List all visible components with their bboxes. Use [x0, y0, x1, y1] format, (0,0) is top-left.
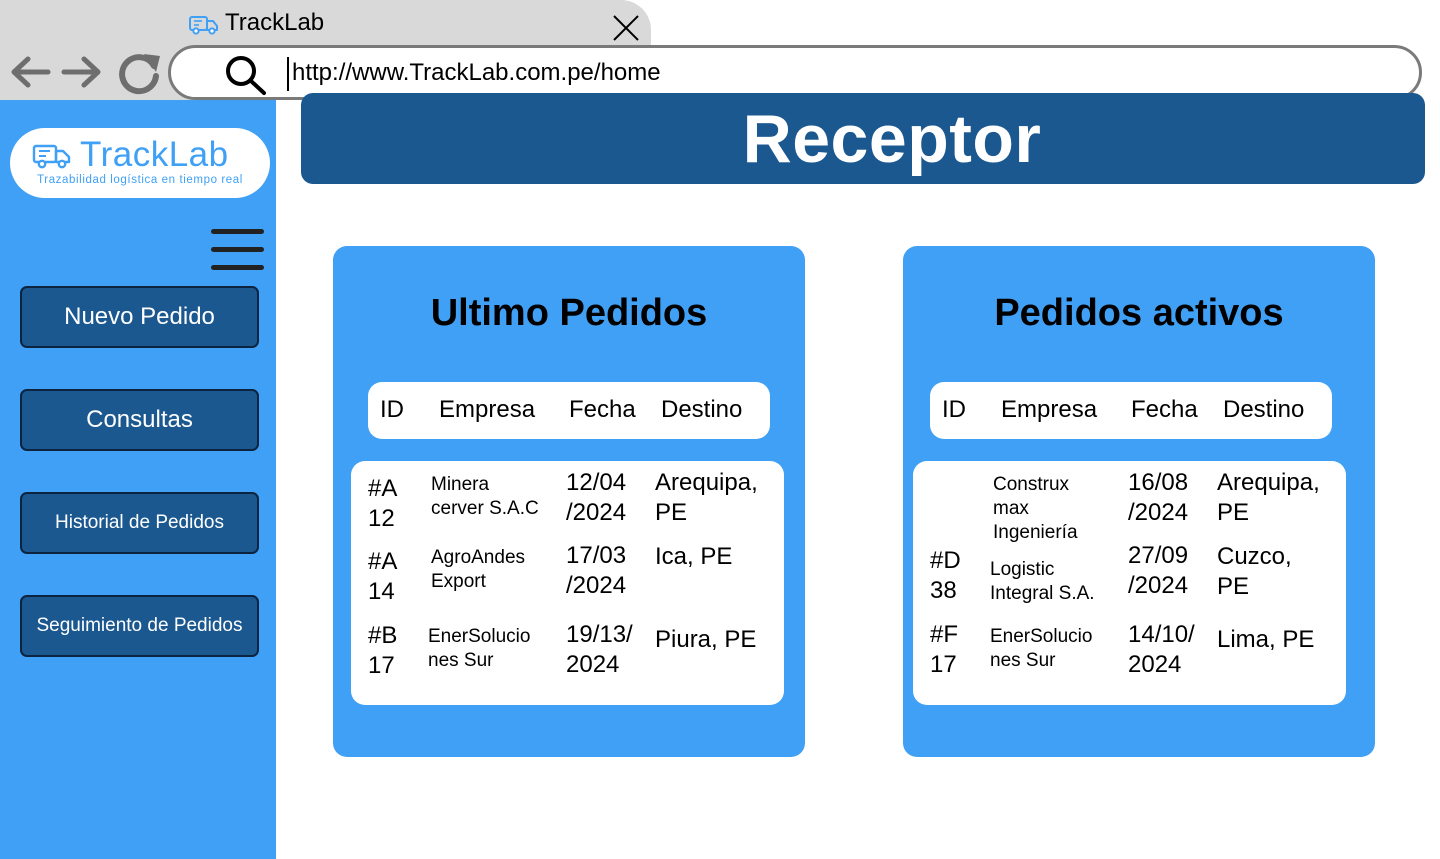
reload-icon[interactable] [116, 50, 162, 96]
cell-empresa: Construx max Ingeniería [993, 474, 1078, 543]
historial-pedidos-button[interactable]: Historial de Pedidos [20, 492, 259, 554]
table-header: ID Empresa Fecha Destino [368, 382, 770, 439]
url-text[interactable]: http://www.TrackLab.com.pe/home [292, 58, 661, 88]
cell-fecha: 12/04 /2024 [566, 469, 627, 526]
cell-destino: Ica, PE [655, 543, 733, 570]
column-header-destino: Destino [1223, 396, 1305, 423]
cell-fecha: 17/03 /2024 [566, 542, 627, 599]
cell-id: #B 17 [368, 622, 398, 679]
cell-destino: Lima, PE [1217, 626, 1315, 653]
truck-icon [189, 16, 218, 35]
pedidos-activos-card: Pedidos activos ID Empresa Fecha Destino… [903, 246, 1375, 757]
column-header-fecha: Fecha [1131, 396, 1198, 423]
table-header: ID Empresa Fecha Destino [930, 382, 1332, 439]
close-icon[interactable] [612, 14, 640, 42]
card-title: Pedidos activos [994, 292, 1284, 334]
cell-empresa: Minera cerver S.A.C [431, 474, 539, 519]
column-header-id: ID [380, 396, 404, 423]
card-title: Ultimo Pedidos [430, 292, 708, 334]
cell-id: #A 14 [368, 548, 398, 605]
cell-empresa: EnerSolucio nes Sur [990, 626, 1093, 671]
tab-title: TrackLab [225, 9, 325, 36]
cell-destino: Cuzco, PE [1217, 543, 1292, 600]
search-icon [226, 56, 266, 95]
forward-arrow-icon[interactable] [60, 54, 104, 90]
column-header-id: ID [942, 396, 966, 423]
back-arrow-icon[interactable] [8, 54, 52, 90]
cell-destino: Arequipa, PE [655, 469, 758, 526]
cell-empresa: AgroAndes Export [431, 547, 526, 592]
sidebar: TrackLab Trazabilidad logística en tiemp… [0, 100, 276, 859]
logo-tagline: Trazabilidad logística en tiempo real [37, 174, 243, 186]
cell-fecha: 14/10/ 2024 [1128, 621, 1195, 678]
ultimos-pedidos-card: Ultimo Pedidos ID Empresa Fecha Destino … [333, 246, 805, 757]
column-header-empresa: Empresa [1001, 396, 1098, 423]
cell-id: #F 17 [930, 621, 959, 678]
cell-fecha: 19/13/ 2024 [566, 621, 633, 678]
cell-empresa: EnerSolucio nes Sur [428, 626, 531, 671]
logo-text: TrackLab [80, 135, 229, 174]
nuevo-pedido-button[interactable]: Nuevo Pedido [20, 286, 259, 348]
consultas-button[interactable]: Consultas [20, 389, 259, 451]
cell-destino: Arequipa, PE [1217, 469, 1320, 526]
text-caret [287, 57, 289, 91]
cell-id: #A 12 [368, 475, 398, 532]
address-bar[interactable]: http://www.TrackLab.com.pe/home [168, 45, 1422, 100]
cell-id: #D 38 [930, 547, 961, 604]
truck-icon [32, 144, 71, 169]
page-title: Receptor [742, 100, 1042, 177]
table-body: Construx max Ingeniería 16/08 /2024 Areq… [913, 461, 1346, 705]
cell-empresa: Logistic Integral S.A. [990, 559, 1095, 604]
column-header-destino: Destino [661, 396, 743, 423]
column-header-fecha: Fecha [569, 396, 636, 423]
cell-fecha: 27/09 /2024 [1128, 542, 1189, 599]
column-header-empresa: Empresa [439, 396, 536, 423]
hamburger-menu-icon[interactable] [211, 227, 265, 273]
page-header: Receptor [301, 93, 1425, 184]
logo[interactable]: TrackLab Trazabilidad logística en tiemp… [10, 128, 270, 198]
cell-destino: Piura, PE [655, 626, 757, 653]
seguimiento-pedidos-button[interactable]: Seguimiento de Pedidos [20, 595, 259, 657]
table-body: #A 12 Minera cerver S.A.C 12/04 /2024 Ar… [351, 461, 784, 705]
cell-fecha: 16/08 /2024 [1128, 469, 1189, 526]
